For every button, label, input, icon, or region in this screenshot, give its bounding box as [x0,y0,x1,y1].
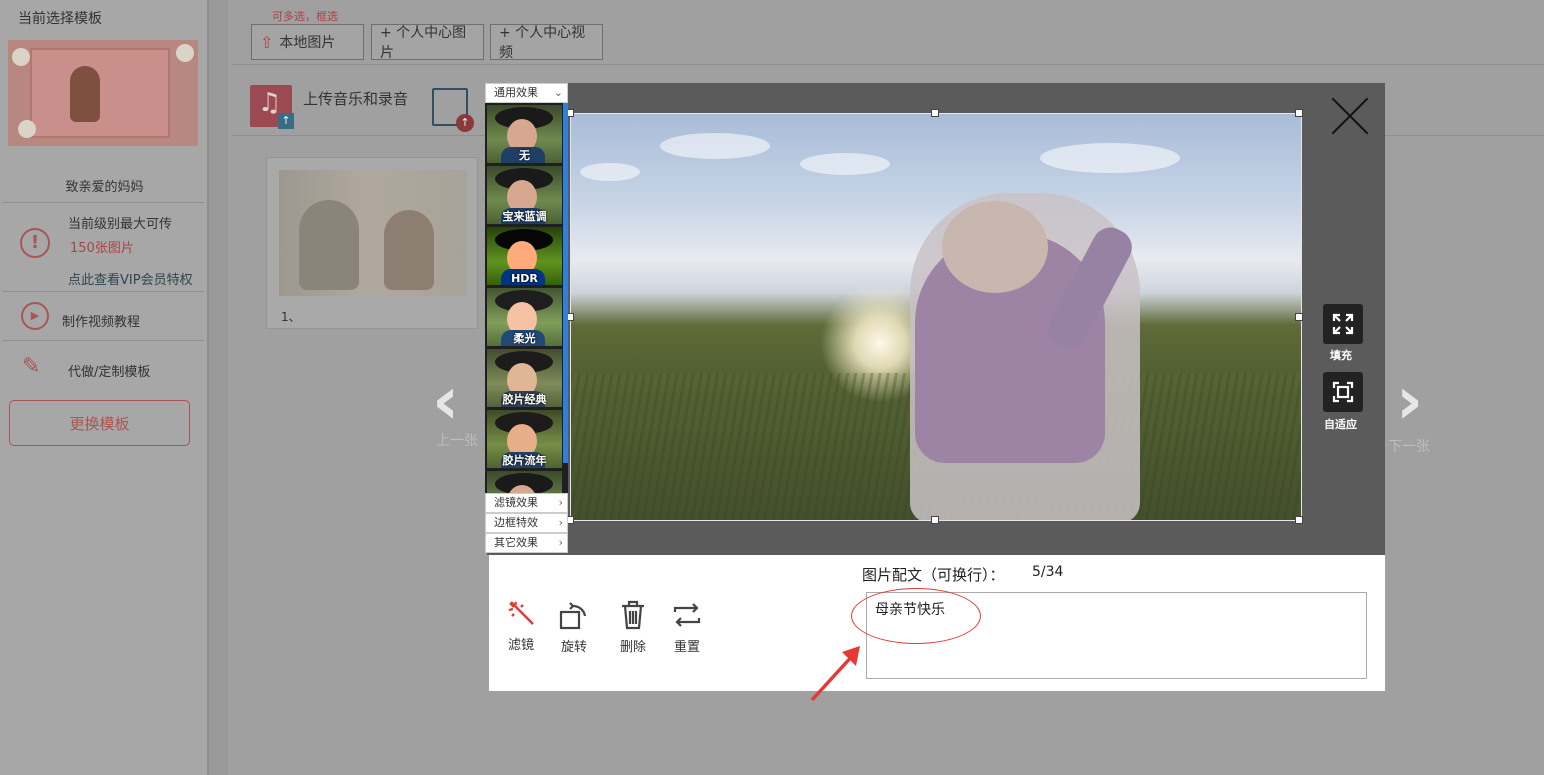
chevron-down-icon: ⌄ [553,86,563,99]
custom-link[interactable]: 代做/定制模板 [68,361,150,380]
filter-thumb[interactable]: 宝来蓝调 [487,166,562,224]
personal-videos-button[interactable]: + 个人中心视频 [490,24,603,61]
resize-handle[interactable] [1295,109,1303,117]
reset-tool-button[interactable]: 重置 [662,598,712,655]
rotate-tool-button[interactable]: 旋转 [549,598,599,655]
expand-icon [1332,313,1354,335]
filter-thumb[interactable]: HDR [487,227,562,285]
tutorial-link[interactable]: 制作视频教程 [62,311,140,330]
trash-icon [622,600,644,630]
filter-tool-button[interactable]: 滤镜 [496,598,546,653]
next-label[interactable]: 下一张 [1388,436,1430,456]
template-thumbnail[interactable] [8,40,198,146]
personal-images-button[interactable]: + 个人中心图片 [371,24,484,61]
magic-wand-icon [508,601,534,625]
sidebar-title: 当前选择模板 [18,11,102,27]
resize-handle[interactable] [931,109,939,117]
photo-card[interactable]: 1、 [266,157,478,329]
level-count: 150张图片 [70,241,134,256]
resize-handle[interactable] [1295,516,1303,524]
delete-tool-button[interactable]: 删除 [608,598,658,655]
prev-arrow-icon[interactable]: ‹ [432,368,459,434]
border-effects-menu[interactable]: 边框特效 › [485,513,568,533]
resize-handle[interactable] [931,516,939,524]
filter-thumb[interactable]: 胶片经典 [487,349,562,407]
alert-icon: ! [20,228,50,258]
fit-label: 自适应 [1324,418,1357,431]
filter-scrollbar[interactable] [563,103,568,463]
filter-thumb[interactable] [487,471,562,493]
filter-thumb[interactable]: 胶片流年 [487,410,562,468]
filter-effects-menu[interactable]: 滤镜效果 › [485,493,568,513]
filter-list: 无 宝来蓝调 HDR 柔光 胶片经典 胶片流年 [485,103,568,493]
close-icon[interactable] [1332,98,1368,134]
edited-photo[interactable] [570,113,1302,521]
fill-label: 填充 [1330,349,1352,362]
repeat-icon [673,603,701,627]
fill-button[interactable] [1323,304,1363,344]
red-arrow-annotation [810,646,860,702]
multi-select-hint: 可多选，框选 [272,10,338,23]
other-effects-menu[interactable]: 其它效果 › [485,533,568,553]
sidebar: 当前选择模板 致亲爱的妈妈 ! 当前级别最大可传 150张图片 点此查看VIP会… [0,0,209,775]
filter-thumb[interactable]: 柔光 [487,288,562,346]
level-text: 当前级别最大可传 [68,217,173,232]
local-image-button[interactable]: ⇧ 本地图片 [251,24,364,60]
chevron-right-icon: › [558,536,563,549]
pencil-icon: ✎ [22,354,41,379]
caption-char-count: 5/34 [1032,564,1064,580]
play-icon: ▶ [21,302,49,330]
upload-icon: ⇧ [260,32,274,52]
music-upload-icon[interactable]: ♫ ↑ [250,85,294,129]
template-name: 致亲爱的妈妈 [65,180,144,195]
chevron-right-icon: › [558,516,563,529]
fit-icon [1332,381,1354,403]
effect-category-select[interactable]: 通用效果 ⌄ [485,83,568,103]
prev-label[interactable]: 上一张 [436,430,478,450]
photo-caption: 1、 [281,310,301,324]
caption-label: 图片配文（可换行）： [862,566,1005,584]
rotate-icon [559,602,587,630]
vip-link[interactable]: 点此查看VIP会员特权 [68,269,193,288]
chevron-right-icon: › [558,496,563,509]
upload-music-link[interactable]: 上传音乐和录音 [303,88,408,109]
document-upload-icon[interactable]: ↑ [432,88,474,132]
resize-handle[interactable] [1295,313,1303,321]
change-template-button[interactable]: 更换模板 [9,400,190,446]
highlight-ellipse [851,588,981,644]
filter-thumb[interactable]: 无 [487,105,562,163]
next-arrow-icon[interactable]: › [1396,368,1423,434]
fit-button[interactable] [1323,372,1363,412]
